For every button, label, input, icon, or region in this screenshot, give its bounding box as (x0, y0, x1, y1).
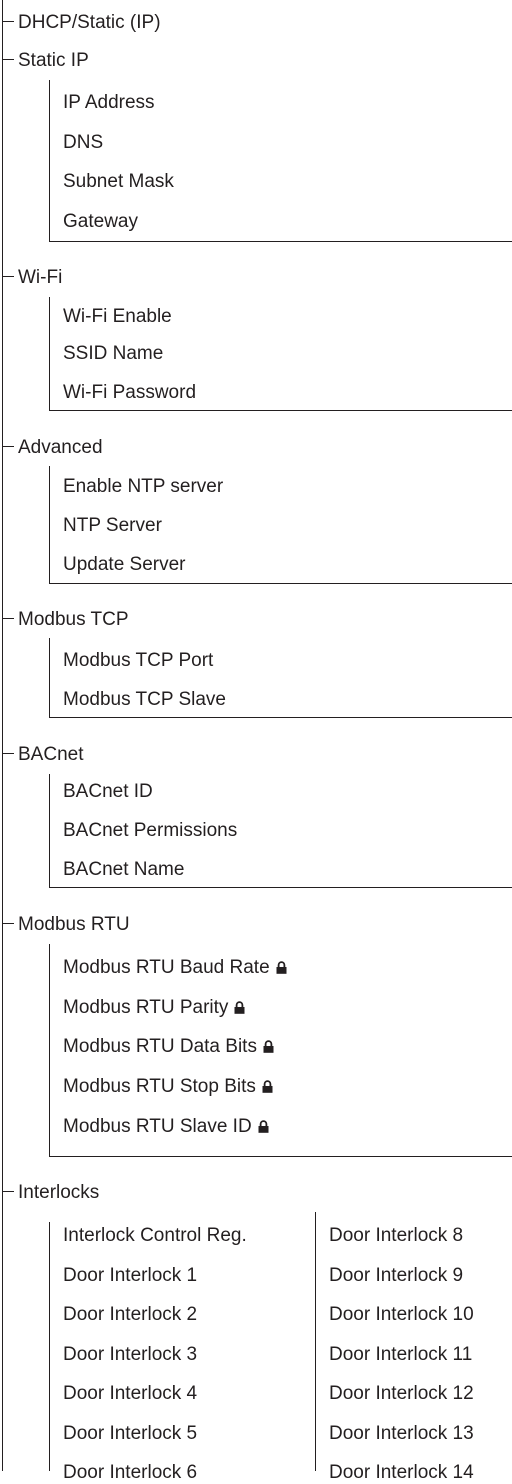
section-bacnet[interactable]: BACnet (2, 744, 83, 766)
section-label: DHCP/Static (IP) (18, 12, 161, 33)
item-door-interlock-14[interactable]: Door Interlock 14 (329, 1462, 474, 1484)
lock-icon (276, 961, 287, 974)
branch-connector (2, 446, 14, 448)
group-interlocks: Interlock Control Reg. Door Interlock 1 … (49, 1212, 512, 1483)
section-label: Interlocks (18, 1182, 100, 1203)
section-label: BACnet (18, 744, 84, 765)
group-bacnet: BACnet ID BACnet Permissions BACnet Name (49, 774, 512, 888)
item-label: Modbus RTU Stop Bits (63, 1076, 256, 1097)
item-ssid-name[interactable]: SSID Name (63, 343, 163, 365)
item-modbus-tcp-port[interactable]: Modbus TCP Port (63, 650, 213, 672)
item-label: Modbus RTU Baud Rate (63, 957, 270, 978)
group-advanced: Enable NTP server NTP Server Update Serv… (49, 466, 512, 584)
item-door-interlock-2[interactable]: Door Interlock 2 (63, 1304, 197, 1326)
item-interlock-control-reg[interactable]: Interlock Control Reg. (63, 1225, 247, 1247)
lock-icon (258, 1120, 269, 1133)
branch-connector (2, 923, 14, 925)
item-door-interlock-10[interactable]: Door Interlock 10 (329, 1304, 474, 1326)
item-door-interlock-9[interactable]: Door Interlock 9 (329, 1265, 463, 1287)
item-update-server[interactable]: Update Server (63, 554, 186, 576)
section-label: Wi-Fi (18, 267, 63, 288)
lock-icon (263, 1040, 274, 1053)
item-gateway[interactable]: Gateway (63, 211, 138, 233)
item-door-interlock-4[interactable]: Door Interlock 4 (63, 1383, 197, 1405)
section-label: Static IP (18, 50, 89, 71)
lock-icon (234, 1001, 245, 1014)
item-wifi-password[interactable]: Wi-Fi Password (63, 382, 196, 404)
section-advanced[interactable]: Advanced (2, 437, 103, 459)
section-modbus-tcp[interactable]: Modbus TCP (2, 609, 129, 631)
item-door-interlock-8[interactable]: Door Interlock 8 (329, 1225, 463, 1247)
section-modbus-rtu[interactable]: Modbus RTU (2, 914, 130, 936)
branch-connector (2, 1191, 14, 1193)
section-wifi[interactable]: Wi-Fi (2, 267, 62, 289)
item-bacnet-id[interactable]: BACnet ID (63, 781, 153, 803)
item-ip-address[interactable]: IP Address (63, 92, 155, 114)
item-bacnet-permissions[interactable]: BACnet Permissions (63, 820, 237, 842)
item-door-interlock-12[interactable]: Door Interlock 12 (329, 1383, 474, 1405)
item-door-interlock-6[interactable]: Door Interlock 6 (63, 1462, 197, 1484)
item-enable-ntp-server[interactable]: Enable NTP server (63, 476, 223, 498)
group-modbus-tcp: Modbus TCP Port Modbus TCP Slave (49, 638, 512, 718)
item-label: Modbus RTU Parity (63, 997, 229, 1018)
section-static-ip[interactable]: Static IP (2, 50, 89, 72)
item-modbus-rtu-slave-id[interactable]: Modbus RTU Slave ID (63, 1116, 269, 1138)
branch-connector (2, 276, 14, 278)
interlocks-column-2: Door Interlock 8 Door Interlock 9 Door I… (315, 1212, 474, 1483)
item-label: Modbus RTU Slave ID (63, 1116, 252, 1137)
item-subnet-mask[interactable]: Subnet Mask (63, 171, 174, 193)
branch-connector (2, 618, 14, 620)
item-door-interlock-5[interactable]: Door Interlock 5 (63, 1423, 197, 1445)
item-modbus-tcp-slave[interactable]: Modbus TCP Slave (63, 689, 226, 711)
section-interlocks[interactable]: Interlocks (2, 1182, 99, 1204)
item-dns[interactable]: DNS (63, 132, 103, 154)
item-label: Modbus RTU Data Bits (63, 1036, 257, 1057)
item-ntp-server[interactable]: NTP Server (63, 515, 162, 537)
item-bacnet-name[interactable]: BACnet Name (63, 859, 184, 881)
section-label: Modbus RTU (18, 914, 130, 935)
section-dhcp-static[interactable]: DHCP/Static (IP) (2, 12, 161, 34)
item-modbus-rtu-data-bits[interactable]: Modbus RTU Data Bits (63, 1036, 274, 1058)
branch-connector (2, 21, 14, 23)
item-door-interlock-13[interactable]: Door Interlock 13 (329, 1423, 474, 1445)
section-label: Modbus TCP (18, 609, 129, 630)
group-static-ip: IP Address DNS Subnet Mask Gateway (49, 80, 512, 242)
lock-icon (262, 1080, 273, 1093)
branch-connector (2, 59, 14, 61)
group-modbus-rtu: Modbus RTU Baud Rate Modbus RTU Parity M… (49, 944, 512, 1157)
group-wifi: Wi-Fi Enable SSID Name Wi-Fi Password (49, 297, 512, 411)
item-door-interlock-11[interactable]: Door Interlock 11 (329, 1344, 472, 1366)
branch-connector (2, 753, 14, 755)
item-modbus-rtu-parity[interactable]: Modbus RTU Parity (63, 997, 245, 1019)
item-modbus-rtu-stop-bits[interactable]: Modbus RTU Stop Bits (63, 1076, 273, 1098)
item-door-interlock-1[interactable]: Door Interlock 1 (63, 1265, 197, 1287)
item-wifi-enable[interactable]: Wi-Fi Enable (63, 306, 172, 328)
item-modbus-rtu-baud-rate[interactable]: Modbus RTU Baud Rate (63, 957, 287, 979)
section-label: Advanced (18, 437, 103, 458)
tree-trunk-line (2, 0, 3, 1471)
item-door-interlock-3[interactable]: Door Interlock 3 (63, 1344, 197, 1366)
